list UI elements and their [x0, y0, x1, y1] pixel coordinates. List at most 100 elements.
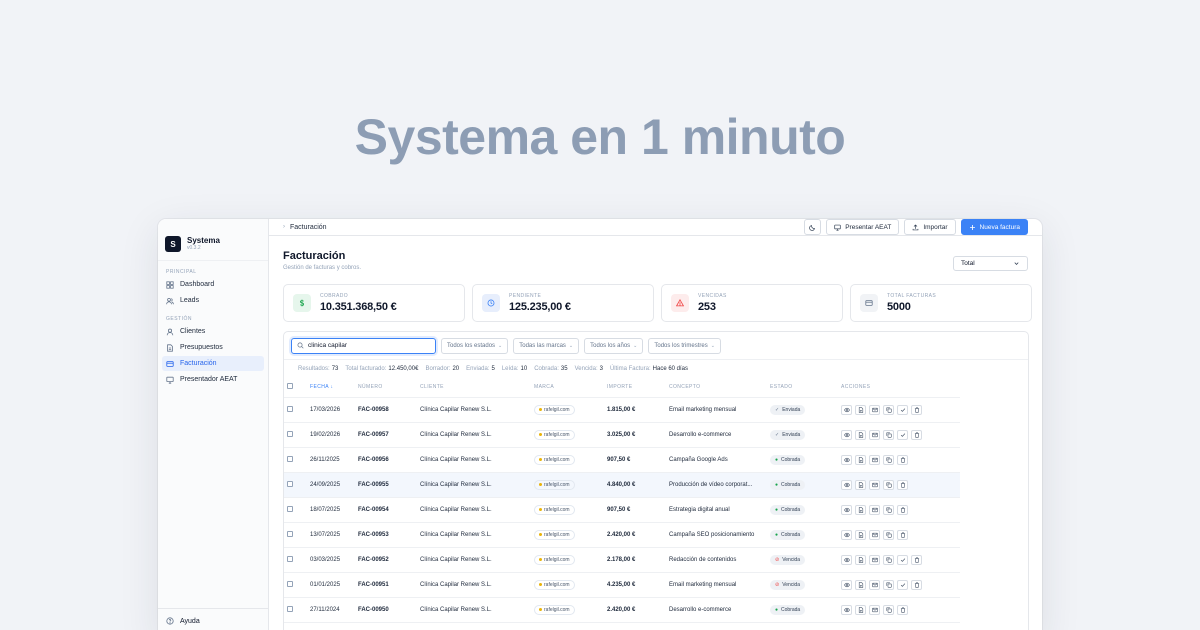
cell-cliente[interactable]: Clínica Capilar Renew S.L.	[420, 397, 534, 423]
filter-select[interactable]: Todas las marcas ⌄	[513, 337, 580, 354]
new-invoice-button[interactable]: Nueva factura	[960, 219, 1028, 235]
cell-numero[interactable]: FAC-00953	[358, 522, 420, 548]
row-checkbox[interactable]	[287, 555, 293, 562]
table-row[interactable]: 03/03/2025 FAC-00952 Clínica Capilar Ren…	[284, 547, 960, 573]
cell-numero[interactable]: FAC-00956	[358, 447, 420, 473]
row-checkbox[interactable]	[287, 530, 293, 537]
column-header-n-mero[interactable]: NÚMERO	[358, 378, 420, 398]
cell-cliente[interactable]: Clínica Capilar Renew S.L.	[420, 447, 534, 473]
trash-action-button[interactable]	[911, 429, 922, 440]
help-link[interactable]: Ayuda	[158, 608, 268, 630]
select-all-checkbox[interactable]	[287, 383, 293, 390]
trash-action-button[interactable]	[897, 479, 908, 490]
cell-cliente[interactable]: Clínica Capilar Renew S.L.	[420, 472, 534, 498]
trash-action-button[interactable]	[911, 554, 922, 565]
mail-action-button[interactable]	[869, 504, 880, 515]
trash-action-button[interactable]	[897, 604, 908, 615]
copy-action-button[interactable]	[883, 479, 894, 490]
row-checkbox[interactable]	[287, 430, 293, 437]
theme-toggle-button[interactable]	[804, 219, 822, 235]
table-row[interactable]: 19/02/2026 FAC-00957 Clínica Capilar Ren…	[284, 422, 960, 448]
pdf-action-button[interactable]	[855, 404, 866, 415]
row-checkbox[interactable]	[287, 455, 293, 462]
row-checkbox[interactable]	[287, 480, 293, 487]
eye-action-button[interactable]	[841, 504, 852, 515]
column-header-importe[interactable]: IMPORTE	[607, 378, 669, 398]
pdf-action-button[interactable]	[855, 454, 866, 465]
sidebar-item-dashboard[interactable]: Dashboard	[162, 277, 264, 292]
cell-numero[interactable]: FAC-00952	[358, 547, 420, 573]
eye-action-button[interactable]	[841, 404, 852, 415]
eye-action-button[interactable]	[841, 579, 852, 590]
check-action-button[interactable]	[897, 554, 908, 565]
trash-action-button[interactable]	[897, 529, 908, 540]
copy-action-button[interactable]	[883, 429, 894, 440]
mail-action-button[interactable]	[869, 604, 880, 615]
sidebar-item-facturaci-n[interactable]: Facturación	[162, 356, 264, 371]
mail-action-button[interactable]	[869, 429, 880, 440]
table-row[interactable]: 13/07/2025 FAC-00953 Clínica Capilar Ren…	[284, 522, 960, 548]
cell-numero[interactable]: FAC-00957	[358, 422, 420, 448]
row-checkbox[interactable]	[287, 505, 293, 512]
eye-action-button[interactable]	[841, 454, 852, 465]
cell-cliente[interactable]: Clínica Capilar Renew S.L.	[420, 597, 534, 623]
cell-cliente[interactable]: Clínica Capilar Renew S.L.	[420, 547, 534, 573]
cell-cliente[interactable]: Clínica Capilar Renew S.L.	[420, 497, 534, 523]
pdf-action-button[interactable]	[855, 504, 866, 515]
copy-action-button[interactable]	[883, 604, 894, 615]
search-input[interactable]: clinica capilar	[291, 337, 436, 354]
pdf-action-button[interactable]	[855, 429, 866, 440]
cell-numero[interactable]: FAC-00950	[358, 597, 420, 623]
sidebar-item-presentador-aeat[interactable]: Presentador AEAT	[162, 372, 264, 387]
cell-cliente[interactable]: Clínica Capilar Renew S.L.	[420, 572, 534, 598]
check-action-button[interactable]	[897, 579, 908, 590]
sidebar-item-leads[interactable]: Leads	[162, 293, 264, 308]
import-button[interactable]: Importar	[904, 219, 956, 235]
row-checkbox[interactable]	[287, 580, 293, 587]
eye-action-button[interactable]	[841, 529, 852, 540]
check-action-button[interactable]	[897, 429, 908, 440]
table-row[interactable]: 26/11/2025 FAC-00956 Clínica Capilar Ren…	[284, 447, 960, 473]
cell-numero[interactable]: FAC-00951	[358, 572, 420, 598]
table-row[interactable]: 27/11/2024 FAC-00950 Clínica Capilar Ren…	[284, 597, 960, 623]
pdf-action-button[interactable]	[855, 604, 866, 615]
pdf-action-button[interactable]	[855, 479, 866, 490]
filter-select[interactable]: Todos los trimestres ⌄	[648, 337, 721, 354]
copy-action-button[interactable]	[883, 504, 894, 515]
table-row[interactable]: 01/01/2025 FAC-00951 Clínica Capilar Ren…	[284, 572, 960, 598]
row-checkbox[interactable]	[287, 605, 293, 612]
column-header-fecha[interactable]: FECHA ↓	[310, 378, 358, 398]
copy-action-button[interactable]	[883, 454, 894, 465]
breadcrumb-current[interactable]: Facturación	[290, 224, 327, 231]
copy-action-button[interactable]	[883, 529, 894, 540]
mail-action-button[interactable]	[869, 404, 880, 415]
eye-action-button[interactable]	[841, 554, 852, 565]
mail-action-button[interactable]	[869, 554, 880, 565]
cell-numero[interactable]: FAC-00955	[358, 472, 420, 498]
cell-numero[interactable]: FAC-00954	[358, 497, 420, 523]
mail-action-button[interactable]	[869, 479, 880, 490]
table-row[interactable]: 24/09/2025 FAC-00955 Clínica Capilar Ren…	[284, 472, 960, 498]
copy-action-button[interactable]	[883, 404, 894, 415]
mail-action-button[interactable]	[869, 529, 880, 540]
eye-action-button[interactable]	[841, 604, 852, 615]
copy-action-button[interactable]	[883, 554, 894, 565]
sidebar-item-clientes[interactable]: Clientes	[162, 324, 264, 339]
present-aeat-button[interactable]: Presentar AEAT	[826, 219, 900, 235]
check-action-button[interactable]	[897, 404, 908, 415]
sidebar-item-presupuestos[interactable]: Presupuestos	[162, 340, 264, 355]
column-header-concepto[interactable]: CONCEPTO	[669, 378, 770, 398]
column-header-estado[interactable]: ESTADO	[770, 378, 841, 398]
filter-select[interactable]: Todos los estados ⌄	[441, 337, 509, 354]
mail-action-button[interactable]	[869, 454, 880, 465]
trash-action-button[interactable]	[897, 504, 908, 515]
mail-action-button[interactable]	[869, 579, 880, 590]
cell-cliente[interactable]: Clínica Capilar Renew S.L.	[420, 522, 534, 548]
pdf-action-button[interactable]	[855, 554, 866, 565]
pdf-action-button[interactable]	[855, 529, 866, 540]
column-header-acciones[interactable]: ACCIONES	[841, 378, 960, 398]
column-header-marca[interactable]: MARCA	[534, 378, 607, 398]
eye-action-button[interactable]	[841, 429, 852, 440]
eye-action-button[interactable]	[841, 479, 852, 490]
cell-cliente[interactable]: Clínica Capilar Renew S.L.	[420, 422, 534, 448]
